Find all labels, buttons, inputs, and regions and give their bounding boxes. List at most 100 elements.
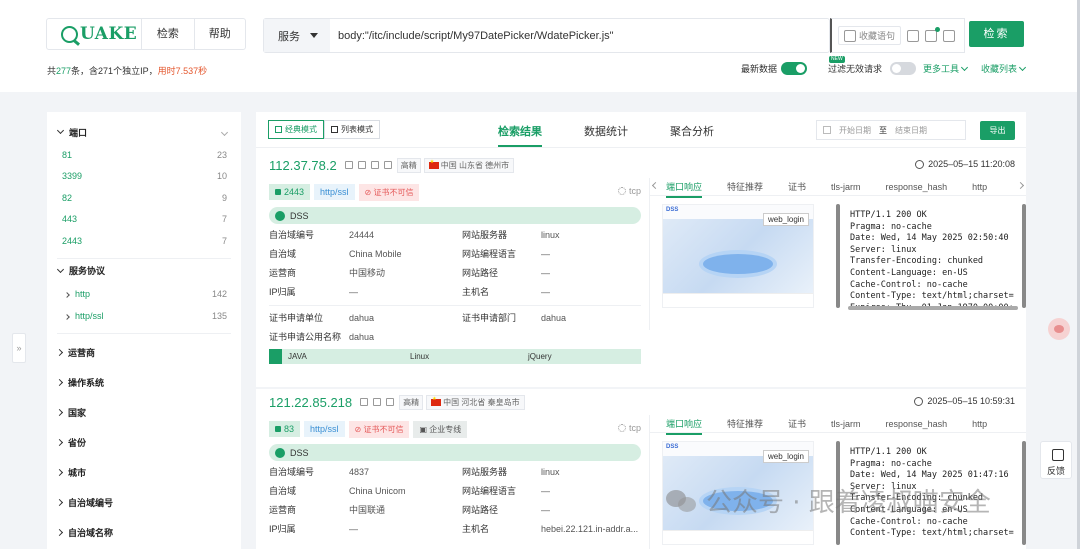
logo-q-icon xyxy=(61,25,78,43)
sidebar-collapse-button[interactable]: » xyxy=(12,333,26,363)
tab-tls-jarm[interactable]: tls-jarm xyxy=(831,419,861,429)
export-button[interactable]: 导出 xyxy=(980,121,1015,140)
tab-aggregation[interactable]: 聚合分析 xyxy=(670,123,714,139)
protocol-filter-item[interactable]: http/ssl 135 xyxy=(57,305,231,327)
image-search-icon[interactable] xyxy=(925,26,941,42)
china-flag-icon xyxy=(428,159,439,169)
filter-invalid-switch[interactable] xyxy=(890,62,917,75)
port-filter-item[interactable]: 82 9 xyxy=(57,187,231,209)
clock-icon xyxy=(915,159,925,169)
tech-jquery[interactable]: jQuery xyxy=(528,352,552,361)
batch-icon[interactable] xyxy=(907,29,920,42)
chevron-down-icon xyxy=(220,128,229,136)
favorites-menu[interactable]: 收藏列表 xyxy=(981,62,1027,75)
lock-icon xyxy=(275,189,281,195)
filter-section-port[interactable]: 端口 xyxy=(56,124,231,140)
tab-search-results[interactable]: 检索结果 xyxy=(498,123,542,147)
port-filter-item[interactable]: 443 7 xyxy=(57,209,231,231)
screenshot-icon[interactable] xyxy=(357,161,366,169)
filter-section-as-name[interactable]: 自治域名称 xyxy=(55,518,231,548)
search-button[interactable]: 检索 xyxy=(969,21,1024,47)
port-pill[interactable]: 83 xyxy=(269,421,301,437)
date-range-picker[interactable]: 开始日期 至 结束日期 xyxy=(816,120,966,140)
tab-statistics[interactable]: 数据统计 xyxy=(584,123,628,139)
chevron-right-icon[interactable] xyxy=(1016,181,1025,190)
response-scrollbar[interactable] xyxy=(1022,441,1026,545)
calendar-icon xyxy=(823,126,831,134)
tab-cert[interactable]: 证书 xyxy=(788,417,806,430)
card-time: 2025–05–15 10:59:31 xyxy=(914,396,1015,406)
port-filter-item[interactable]: 2443 7 xyxy=(57,230,231,252)
port-filter-item[interactable]: 81 23 xyxy=(57,144,231,166)
port-pill-row: 2443 http/ssl ⊘ 证书不可信 tcp xyxy=(269,182,641,202)
thumbnail-scrollbar[interactable] xyxy=(836,204,840,308)
nav-search[interactable]: 检索 xyxy=(142,19,193,49)
product-bar[interactable]: DSS xyxy=(269,444,641,461)
cert-untrusted-pill: ⊘ 证书不可信 xyxy=(358,183,420,201)
result-card: 112.37.78.2 高精 中国 山东省 德州市 2025–05–15 11:… xyxy=(256,152,1026,387)
link-icon[interactable] xyxy=(370,161,379,169)
signal-icon[interactable] xyxy=(386,398,395,406)
nav-help[interactable]: 帮助 xyxy=(193,19,245,49)
filter-section-asn[interactable]: 自治域编号 xyxy=(55,488,231,518)
tab-cert[interactable]: 证书 xyxy=(788,180,806,193)
more-tools-menu[interactable]: 更多工具 xyxy=(923,62,969,75)
tab-response-hash[interactable]: response_hash xyxy=(886,182,948,192)
filter-section-country[interactable]: 国家 xyxy=(55,398,231,428)
caret-icon xyxy=(55,378,64,387)
tab-response-hash[interactable]: response_hash xyxy=(886,419,948,429)
protocol-pill[interactable]: http/ssl xyxy=(304,421,345,437)
assistant-avatar[interactable] xyxy=(1048,318,1070,340)
caret-icon xyxy=(55,498,64,507)
response-h-scrollbar[interactable] xyxy=(848,306,1018,310)
tab-feature[interactable]: 特征推荐 xyxy=(727,180,763,193)
port-pill-row: 83 http/ssl ⊘ 证书不可信 ▣ 企业专线 tcp xyxy=(269,419,641,439)
shield-icon: ⊘ xyxy=(354,424,362,434)
filter-section-os[interactable]: 操作系统 xyxy=(55,368,231,398)
tab-tls-jarm[interactable]: tls-jarm xyxy=(831,182,861,192)
port-filter-item[interactable]: 3399 10 xyxy=(57,166,231,188)
fav-query-button[interactable]: 收藏语句 xyxy=(838,26,902,45)
filter-section-city[interactable]: 城市 xyxy=(55,458,231,488)
filter-section-isp[interactable]: 运营商 xyxy=(55,338,231,368)
product-bar[interactable]: DSS xyxy=(269,207,641,224)
response-scrollbar[interactable] xyxy=(1022,204,1026,308)
copy-icon[interactable] xyxy=(344,161,353,169)
tab-port-response[interactable]: 端口响应 xyxy=(666,180,703,198)
screenshot-icon[interactable] xyxy=(373,398,382,406)
screenshot-thumbnail[interactable]: DSS web_login xyxy=(662,204,814,308)
chevron-left-icon[interactable] xyxy=(651,181,660,190)
quake-logo[interactable]: UAKE xyxy=(47,19,143,49)
tab-feature[interactable]: 特征推荐 xyxy=(727,417,763,430)
quality-tag: 高精 xyxy=(399,394,424,410)
list-mode-button[interactable]: 列表模式 xyxy=(324,120,380,139)
tab-http[interactable]: http xyxy=(972,419,987,429)
caret-icon xyxy=(55,348,64,357)
search-tools: 收藏语句 xyxy=(830,18,965,53)
transport-label: tcp xyxy=(617,186,641,196)
ip-link[interactable]: 112.37.78.2 xyxy=(269,158,337,173)
tech-java[interactable]: JAVA xyxy=(288,352,410,361)
tab-http[interactable]: http xyxy=(972,182,987,192)
filter-section-province[interactable]: 省份 xyxy=(55,428,231,458)
tech-linux[interactable]: Linux xyxy=(410,352,528,361)
http-response-text: HTTP/1.1 200 OK Pragma: no-cache Date: W… xyxy=(850,210,1014,310)
product-icon xyxy=(275,447,285,458)
product-icon xyxy=(275,210,285,221)
port-pill[interactable]: 2443 xyxy=(269,184,311,200)
feedback-button[interactable]: 反馈 xyxy=(1040,441,1072,479)
filter-section-protocol[interactable]: 服务协议 xyxy=(56,263,231,279)
ip-link[interactable]: 121.22.85.218 xyxy=(269,395,352,410)
copy-icon[interactable] xyxy=(360,398,369,406)
signal-icon[interactable] xyxy=(383,161,392,169)
latest-data-switch[interactable] xyxy=(781,62,808,75)
protocol-pill[interactable]: http/ssl xyxy=(314,184,355,200)
classic-mode-button[interactable]: 经典模式 xyxy=(268,120,324,139)
service-select[interactable]: 服务 xyxy=(264,19,330,52)
collapsed-sections: 运营商 操作系统 国家 省份 城市 自治域编号 自治域名称 xyxy=(55,338,231,548)
query-input[interactable] xyxy=(330,19,829,52)
scan-icon[interactable] xyxy=(943,29,956,42)
tab-port-response[interactable]: 端口响应 xyxy=(666,417,703,435)
chevron-right-icon xyxy=(64,313,70,320)
protocol-filter-item[interactable]: http 142 xyxy=(57,283,231,305)
